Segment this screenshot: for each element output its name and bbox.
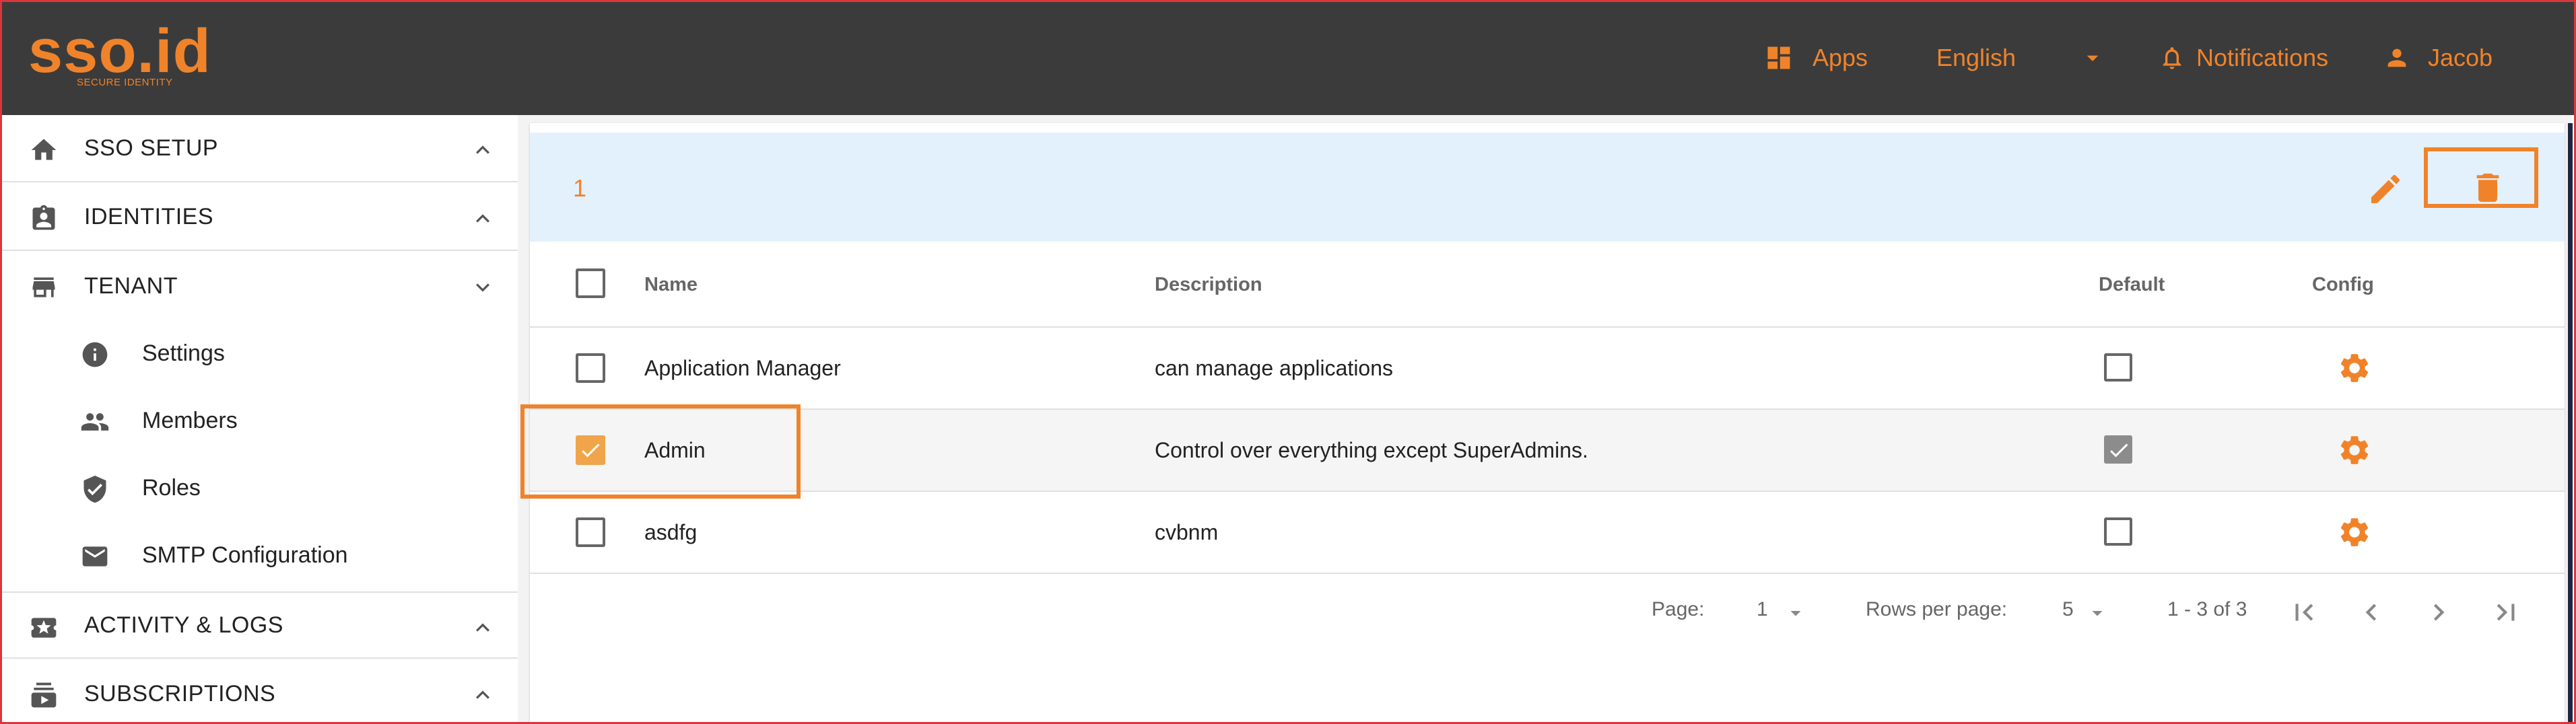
sidebar-section-label: SUBSCRIPTIONS — [84, 680, 276, 707]
scrollbar[interactable] — [2568, 123, 2573, 724]
sidebar-section-sso-setup[interactable]: SSO SETUP — [2, 115, 518, 182]
table-header: Name Description Default Config — [530, 242, 2565, 328]
language-value: English — [1936, 44, 2016, 71]
logo[interactable]: sso.id SECURE IDENTITY — [28, 20, 230, 94]
chevron-up-icon — [476, 145, 489, 154]
sidebar-section-label: ACTIVITY & LOGS — [84, 612, 283, 638]
sidebar-item-label: SMTP Configuration — [142, 542, 348, 568]
column-header-config[interactable]: Config — [2312, 242, 2374, 328]
gear-icon[interactable] — [2337, 433, 2372, 468]
pencil-icon[interactable] — [2367, 170, 2404, 208]
mail-icon — [82, 546, 108, 567]
roles-table-card: 1 Name Description Default Config Applic… — [530, 123, 2565, 724]
role-description: cvbnm — [1155, 519, 1219, 544]
shield-check-icon — [83, 475, 106, 503]
sidebar-item-settings[interactable]: Settings — [2, 320, 518, 387]
page-select-value[interactable]: 1 — [1757, 598, 1768, 621]
selection-toolbar: 1 — [530, 133, 2565, 242]
role-description: Control over everything except SuperAdmi… — [1155, 437, 1588, 462]
gear-icon[interactable] — [2337, 515, 2372, 550]
sidebar-section-label: TENANT — [84, 273, 178, 299]
user-name: Jacob — [2428, 44, 2493, 71]
sidebar-section-label: IDENTITIES — [84, 203, 214, 229]
column-header-description[interactable]: Description — [1155, 242, 1262, 328]
caret-down-icon — [2087, 55, 2099, 61]
notifications-label: Notifications — [2196, 44, 2329, 71]
chevron-down-icon — [476, 283, 489, 292]
person-icon — [2387, 48, 2406, 67]
page-label: Page: — [1652, 598, 1705, 620]
row-select-checkbox[interactable] — [576, 353, 605, 383]
top-app-bar: sso.id SECURE IDENTITY Apps English Noti… — [0, 0, 2576, 115]
gear-icon[interactable] — [2337, 351, 2372, 386]
language-select[interactable]: English — [1936, 39, 2106, 77]
first-page-icon[interactable] — [2287, 595, 2321, 629]
admin-row-highlight — [520, 404, 801, 499]
apps-label: Apps — [1812, 44, 1868, 71]
store-icon — [32, 277, 55, 297]
subscriptions-icon — [31, 682, 57, 708]
select-all-checkbox[interactable] — [576, 268, 605, 298]
column-header-default[interactable]: Default — [2099, 242, 2165, 328]
column-header-name[interactable]: Name — [644, 242, 698, 328]
selected-count: 1 — [573, 174, 587, 202]
chevron-up-icon — [476, 623, 489, 632]
role-name: Application Manager — [644, 355, 841, 380]
home-icon — [31, 139, 57, 160]
sidebar-section-subscriptions[interactable]: SUBSCRIPTIONS — [2, 660, 518, 724]
last-page-icon[interactable] — [2489, 595, 2523, 629]
star-ticket-icon — [31, 618, 57, 638]
sidebar-item-label: Roles — [142, 474, 201, 501]
user-menu-button[interactable]: Jacob — [2383, 39, 2493, 77]
people-icon — [81, 413, 109, 431]
logo-text: sso.id — [28, 17, 211, 85]
info-icon — [82, 342, 108, 367]
previous-page-icon[interactable] — [2354, 595, 2388, 629]
apps-grid-icon — [1767, 46, 1790, 69]
role-description: can manage applications — [1155, 355, 1394, 380]
sidebar-section-label: SSO SETUP — [84, 135, 219, 161]
role-name: asdfg — [644, 519, 698, 544]
page-range-text: 1 - 3 of 3 — [2167, 598, 2247, 620]
sidebar-item-smtp-configuration[interactable]: SMTP Configuration — [2, 521, 518, 589]
table-row[interactable]: asdfg cvbnm — [530, 492, 2565, 574]
caret-down-icon[interactable] — [1784, 601, 1808, 625]
caret-down-icon[interactable] — [2085, 601, 2109, 625]
default-checkbox[interactable] — [2104, 435, 2132, 464]
sidebar-section-identities[interactable]: IDENTITIES — [2, 184, 518, 251]
table-row[interactable]: Application Manager can manage applicati… — [530, 328, 2565, 410]
delete-button-highlight — [2424, 147, 2538, 208]
sidebar-item-label: Settings — [142, 340, 225, 366]
chevron-up-icon — [476, 214, 489, 223]
sidebar-section-activity-logs[interactable]: ACTIVITY & LOGS — [2, 591, 518, 659]
apps-button[interactable]: Apps — [1764, 39, 1868, 77]
sidebar: SSO SETUP IDENTITIES TENANT Settings Mem… — [2, 115, 518, 724]
badge-icon — [32, 205, 55, 230]
logo-tagline: SECURE IDENTITY — [77, 77, 173, 88]
rows-per-page-label: Rows per page: — [1866, 598, 2008, 620]
sidebar-item-roles[interactable]: Roles — [2, 454, 518, 521]
bell-icon — [2163, 47, 2181, 69]
rows-per-page-value[interactable]: 5 — [2062, 598, 2074, 621]
default-checkbox[interactable] — [2104, 517, 2132, 546]
notifications-button[interactable]: Notifications — [2159, 39, 2328, 77]
row-select-checkbox[interactable] — [576, 517, 605, 547]
check-icon — [2110, 443, 2128, 458]
default-checkbox[interactable] — [2104, 353, 2132, 382]
main-content: 1 Name Description Default Config Applic… — [530, 115, 2573, 724]
table-row[interactable]: Admin Control over everything except Sup… — [530, 410, 2565, 492]
chevron-up-icon — [476, 690, 489, 699]
next-page-icon[interactable] — [2422, 595, 2455, 629]
sidebar-item-label: Members — [142, 407, 238, 433]
pagination-bar: Page: 1 Rows per page: 5 1 - 3 of 3 — [530, 574, 2565, 655]
sidebar-section-tenant[interactable]: TENANT — [2, 252, 518, 320]
sidebar-item-members[interactable]: Members — [2, 387, 518, 454]
